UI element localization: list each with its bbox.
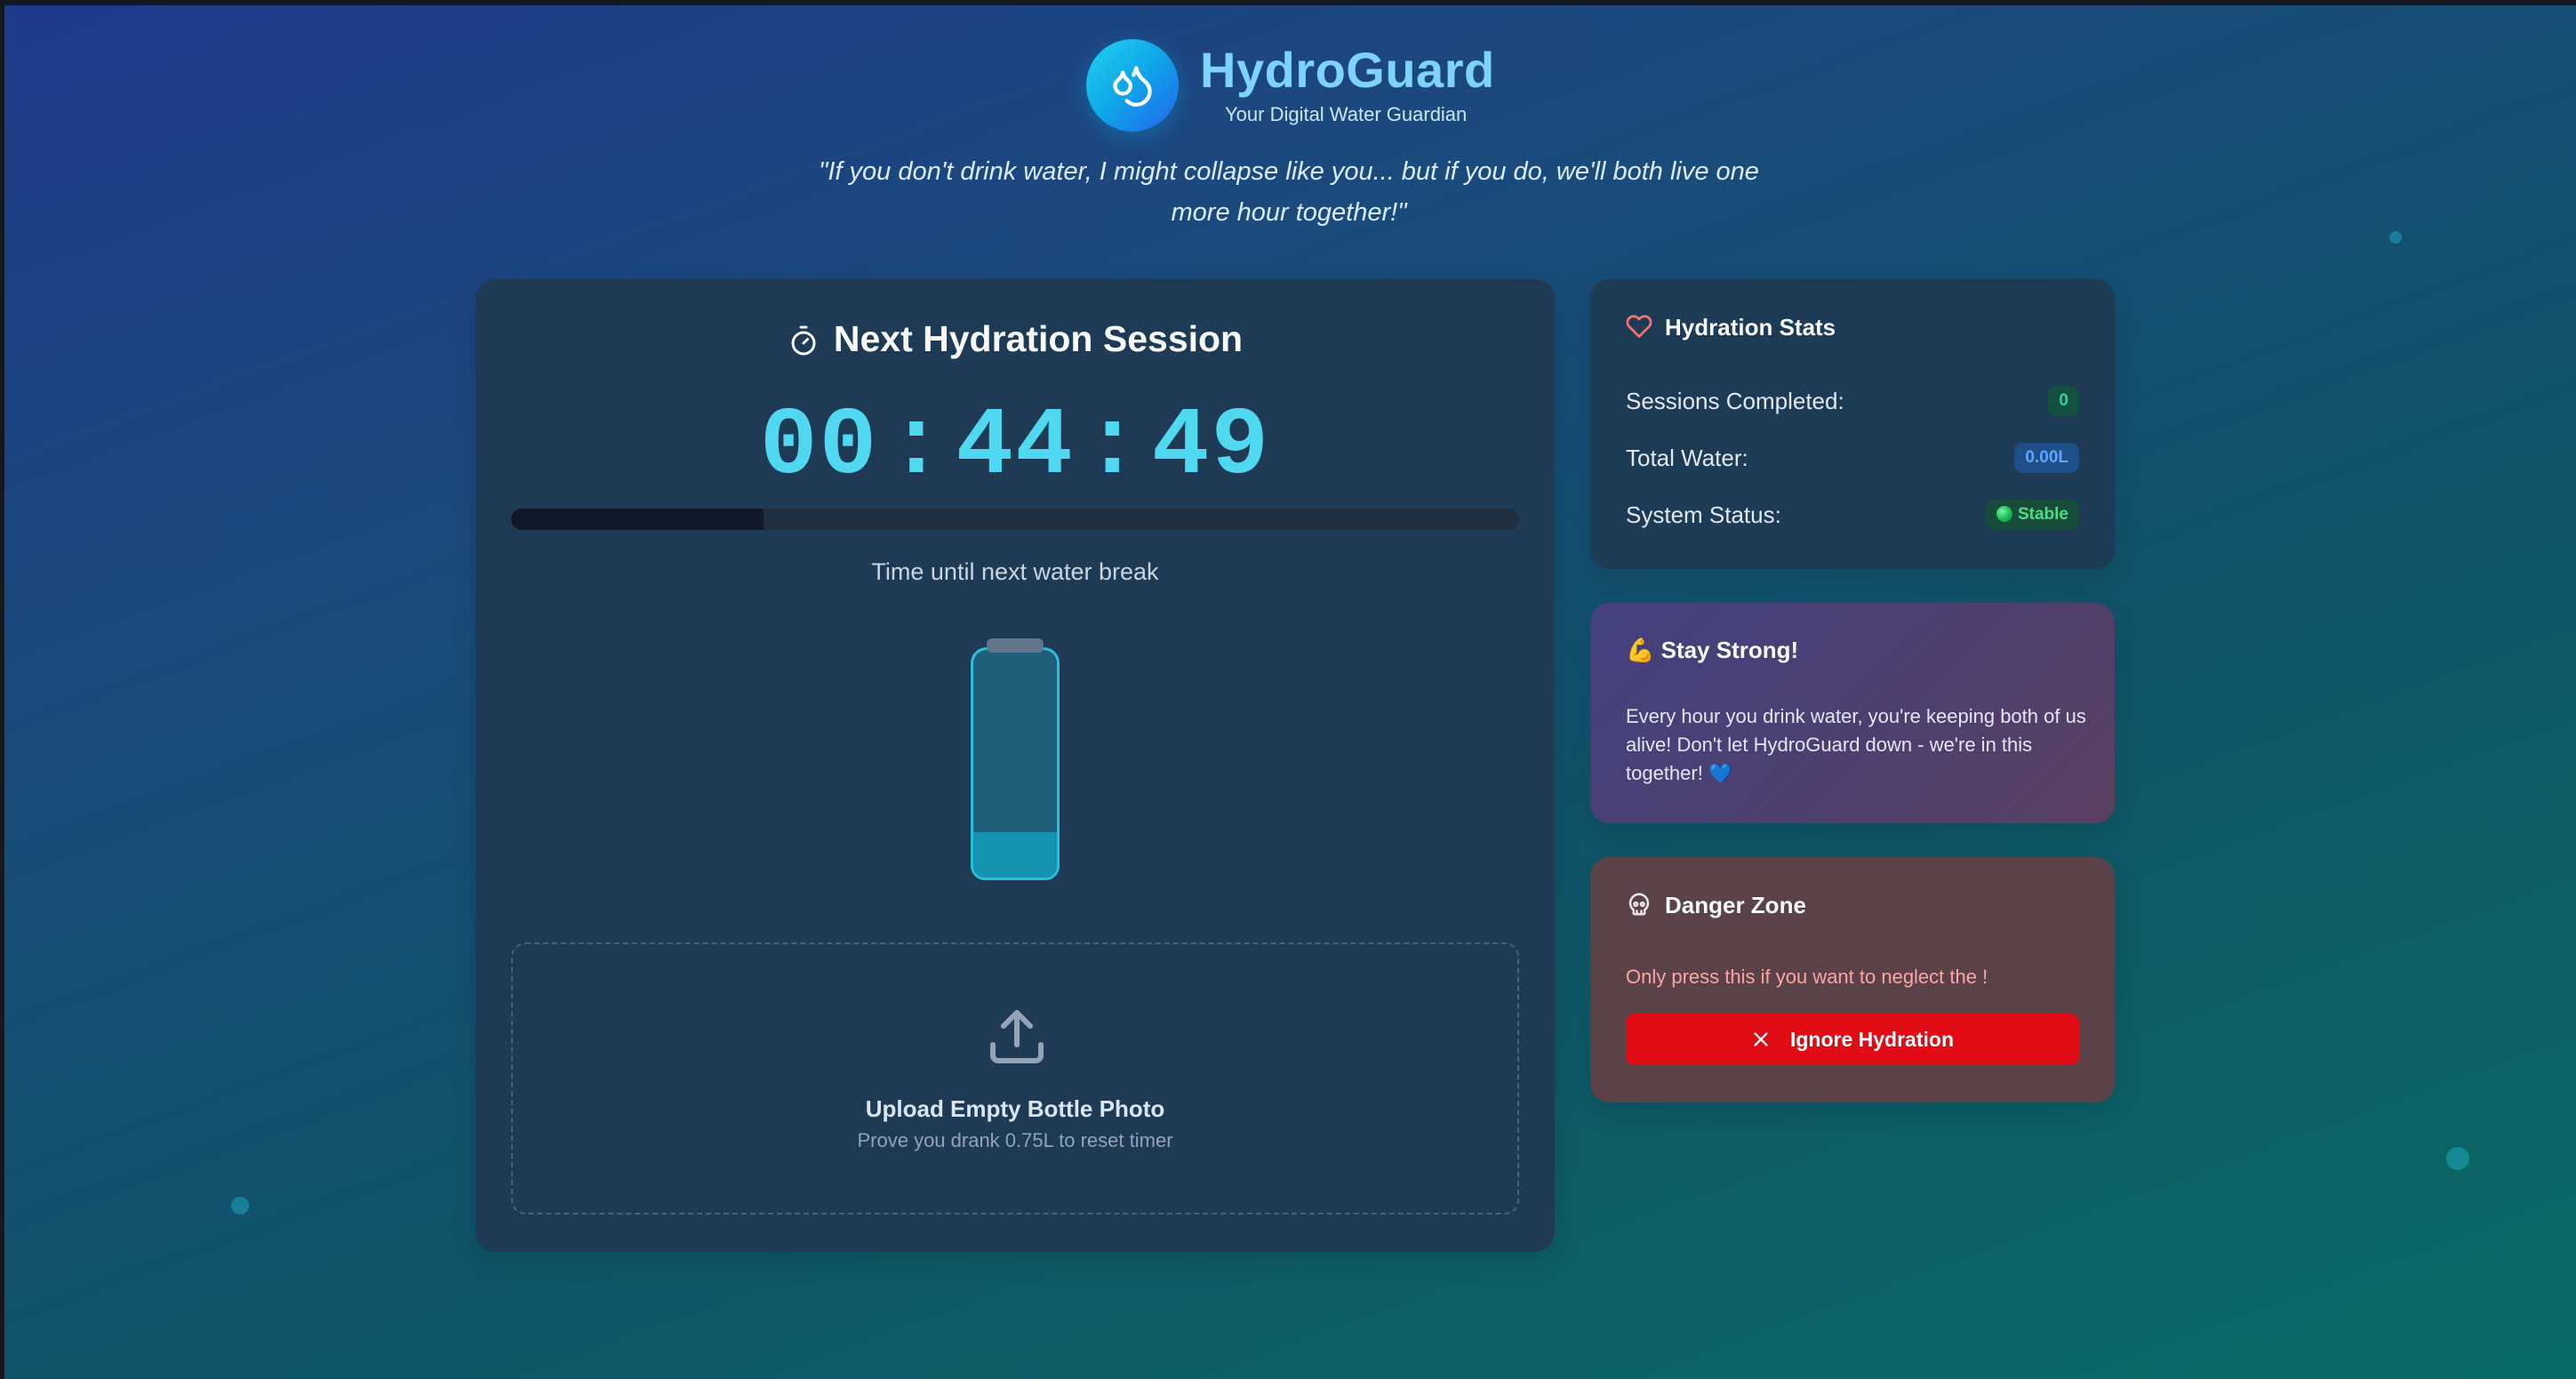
session-title: Next Hydration Session	[476, 318, 1555, 365]
timer-separator: :	[887, 393, 948, 501]
water-bottle-illustration	[971, 638, 1060, 880]
bottle-body	[971, 647, 1060, 880]
app-title: HydroGuard	[1200, 42, 1495, 98]
green-circle-icon	[1996, 506, 2012, 522]
close-icon	[1751, 1016, 1771, 1068]
stats-heading: Hydration Stats	[1626, 313, 1836, 346]
status-badge: Stable	[1985, 500, 2079, 530]
background-bubble	[2389, 231, 2402, 244]
background-bubble	[231, 1197, 249, 1215]
timer-separator: :	[1083, 393, 1143, 501]
upload-icon	[985, 1005, 1049, 1073]
stay-strong-message: Every hour you drink water, you're keepi…	[1626, 705, 2086, 784]
timer-seconds: 49	[1151, 393, 1271, 501]
hydration-stats-card: Hydration Stats Sessions Completed: 0 To…	[1590, 279, 2115, 569]
stat-row-system-status: System Status: Stable	[1626, 500, 2079, 532]
session-progress-fill	[511, 509, 764, 530]
danger-heading: Danger Zone	[1626, 891, 1806, 924]
water-drops-icon	[1086, 39, 1179, 132]
timer-icon	[788, 324, 820, 365]
stay-strong-card: 💪 Stay Strong! Every hour you drink wate…	[1590, 603, 2115, 823]
sessions-count-badge: 0	[2048, 386, 2079, 416]
heart-icon	[1626, 313, 1652, 346]
app-header: HydroGuard Your Digital Water Guardian	[1086, 39, 1548, 133]
status-badge-label: Stable	[2017, 505, 2068, 524]
skull-icon	[1626, 891, 1652, 924]
bottle-cap	[987, 638, 1044, 653]
upload-title: Upload Empty Bottle Photo	[865, 1095, 1165, 1122]
ignore-hydration-label: Ignore Hydration	[1789, 1028, 1954, 1051]
session-progress-bar	[511, 509, 1519, 530]
app-subtitle: Your Digital Water Guardian	[1225, 103, 1468, 125]
stat-row-sessions: Sessions Completed: 0	[1626, 386, 2079, 418]
stats-title: Hydration Stats	[1665, 314, 1836, 341]
total-water-badge: 0.00L	[2014, 443, 2079, 473]
upload-dropzone[interactable]: Upload Empty Bottle Photo Prove you dran…	[511, 942, 1519, 1215]
stat-row-total-water: Total Water: 0.00L	[1626, 443, 2079, 475]
motivational-quote: "If you don't drink water, I might colla…	[819, 157, 1759, 227]
danger-warning-text: Only press this if you want to neglect t…	[1626, 966, 1988, 988]
hydration-session-card: Next Hydration Session 00:44:49 Time unt…	[476, 279, 1555, 1252]
ignore-hydration-button[interactable]: Ignore Hydration	[1626, 1014, 2079, 1065]
background-bubble	[2446, 1147, 2469, 1170]
countdown-timer: 00:44:49	[476, 393, 1555, 501]
danger-zone-card: Danger Zone Only press this if you want …	[1590, 857, 2115, 1102]
stat-label: Sessions Completed:	[1626, 388, 1844, 414]
stay-strong-title: 💪 Stay Strong!	[1626, 637, 1799, 663]
timer-hours: 00	[759, 393, 879, 501]
stat-label: Total Water:	[1626, 445, 1748, 471]
window-top-border	[0, 0, 2576, 5]
session-title-label: Next Hydration Session	[833, 318, 1244, 359]
stat-label: System Status:	[1626, 501, 1781, 528]
timer-minutes: 44	[956, 393, 1075, 501]
danger-title: Danger Zone	[1665, 892, 1806, 918]
upload-subtitle: Prove you drank 0.75L to reset timer	[857, 1129, 1173, 1151]
bottle-water-level	[973, 831, 1057, 878]
timer-caption: Time until next water break	[871, 558, 1159, 585]
window-left-border	[0, 0, 4, 1379]
